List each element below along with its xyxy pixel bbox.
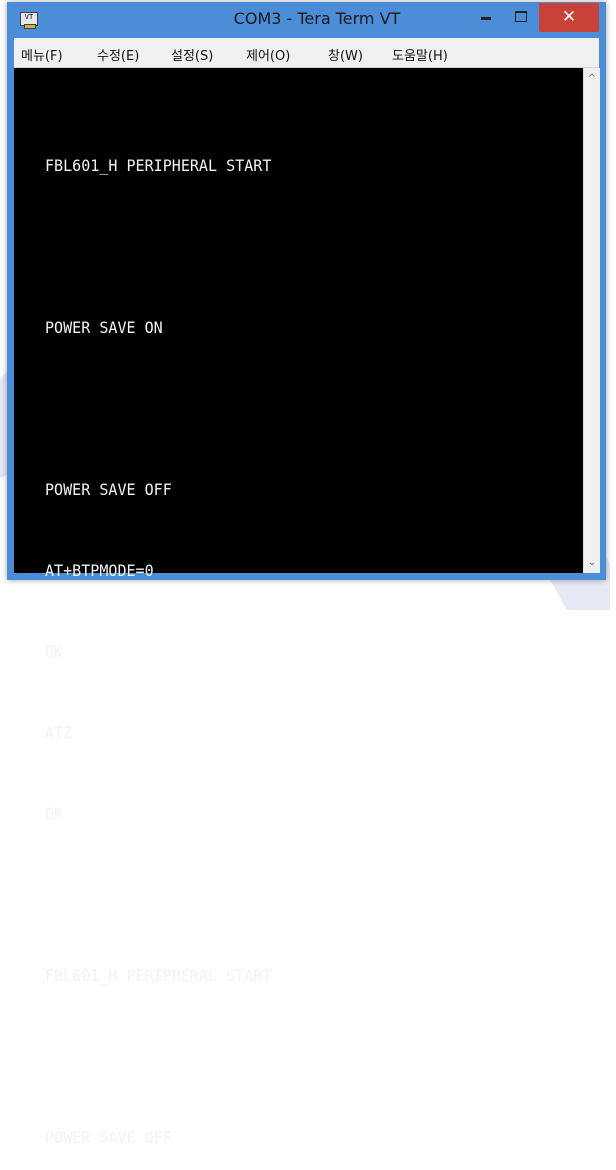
terminal-line: OK <box>45 642 64 661</box>
menu-setup[interactable]: 설정(S) <box>171 45 213 64</box>
minimize-button[interactable] <box>469 3 503 32</box>
terminal-line: ATZ <box>45 723 73 742</box>
close-icon: ✕ <box>561 7 577 27</box>
title-bar[interactable]: VT COM3 - Tera Term VT ✕ <box>7 2 606 38</box>
minimize-icon <box>481 17 491 20</box>
terminal-line: POWER SAVE ON <box>45 318 163 337</box>
menu-help[interactable]: 도움말(H) <box>392 45 448 64</box>
menu-control[interactable]: 제어(O) <box>246 45 290 64</box>
close-button[interactable]: ✕ <box>539 3 599 32</box>
menu-bar: 메뉴(F) 수정(E) 설정(S) 제어(O) 창(W) 도움말(H) <box>14 38 599 68</box>
terminal-line: AT+BTPMODE=0 <box>45 561 154 580</box>
maximize-icon <box>515 11 527 22</box>
menu-window[interactable]: 창(W) <box>328 45 363 64</box>
window-title: COM3 - Tera Term VT <box>233 9 401 28</box>
tera-term-window: VT COM3 - Tera Term VT ✕ 메뉴(F) 수정(E) 설정(… <box>7 2 606 1147</box>
menu-edit[interactable]: 수정(E) <box>97 45 139 64</box>
vertical-scrollbar[interactable]: ^ ⌄ <box>583 68 600 573</box>
tera-term-app-icon[interactable]: VT <box>20 12 38 29</box>
menu-file[interactable]: 메뉴(F) <box>21 45 63 64</box>
app-icon-label: VT <box>24 13 34 21</box>
terminal-line: OK <box>45 804 64 823</box>
scroll-down-arrow-icon[interactable]: ⌄ <box>584 554 600 571</box>
terminal-output: FBL601_H PERIPHERAL START POWER SAVE ON … <box>45 98 534 1170</box>
terminal-line: FBL601_H PERIPHERAL START <box>45 156 272 175</box>
terminal-screen[interactable]: FBL601_H PERIPHERAL START POWER SAVE ON … <box>14 68 600 1147</box>
maximize-button[interactable] <box>504 3 538 32</box>
scroll-up-arrow-icon[interactable]: ^ <box>584 70 600 87</box>
terminal-line: POWER SAVE OFF <box>45 1128 172 1147</box>
terminal-line: POWER SAVE OFF <box>45 480 172 499</box>
terminal-line: FBL601_H PERIPHERAL START <box>45 966 272 985</box>
